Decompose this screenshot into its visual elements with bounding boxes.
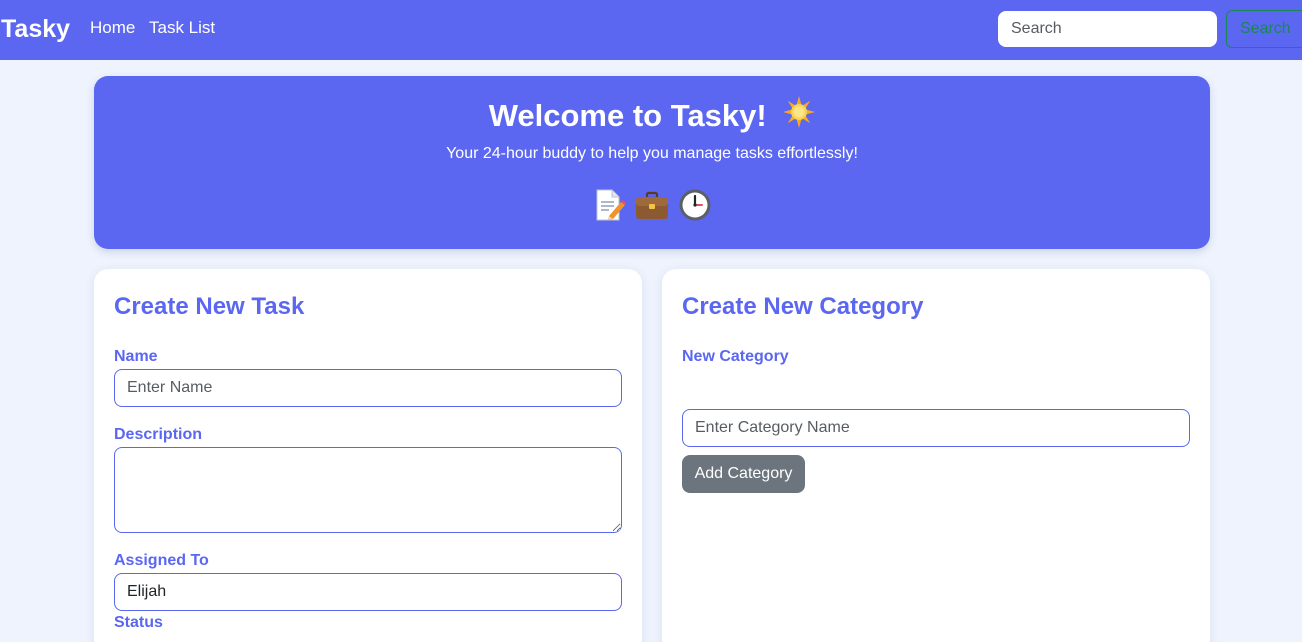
add-category-button[interactable]: Add Category — [682, 455, 805, 493]
memo-icon — [592, 188, 626, 222]
navbar: Tasky Home Task List Search — [0, 0, 1302, 60]
create-task-card: Create New Task Name Description Assigne… — [94, 269, 642, 642]
nav-link-task-list[interactable]: Task List — [149, 18, 215, 38]
search-button[interactable]: Search — [1226, 10, 1302, 48]
hero-subtitle: Your 24-hour buddy to help you manage ta… — [446, 145, 858, 162]
briefcase-icon — [635, 188, 669, 222]
sun-icon — [783, 96, 816, 136]
create-category-title: Create New Category — [682, 293, 924, 320]
description-label: Description — [114, 426, 203, 443]
name-label: Name — [114, 348, 158, 365]
description-textarea[interactable] — [114, 447, 622, 533]
brand-logo[interactable]: Tasky — [1, 14, 70, 44]
hero-title: Welcome to Tasky! — [488, 98, 767, 133]
clock-icon — [678, 188, 712, 222]
assigned-to-input[interactable] — [114, 573, 622, 611]
search-input[interactable] — [998, 11, 1217, 47]
hero-title-row: Welcome to Tasky! — [94, 96, 1210, 136]
name-input[interactable] — [114, 369, 622, 407]
nav-link-home[interactable]: Home — [90, 18, 135, 38]
new-category-label: New Category — [682, 348, 789, 365]
assigned-to-label: Assigned To — [114, 552, 209, 569]
status-label: Status — [114, 614, 163, 631]
hero-icons — [94, 188, 1210, 224]
welcome-banner: Welcome to Tasky! Your 24-hour buddy to … — [94, 76, 1210, 249]
create-task-title: Create New Task — [114, 293, 305, 320]
create-category-card: Create New Category New Category Add Cat… — [662, 269, 1210, 642]
category-name-input[interactable] — [682, 409, 1190, 447]
